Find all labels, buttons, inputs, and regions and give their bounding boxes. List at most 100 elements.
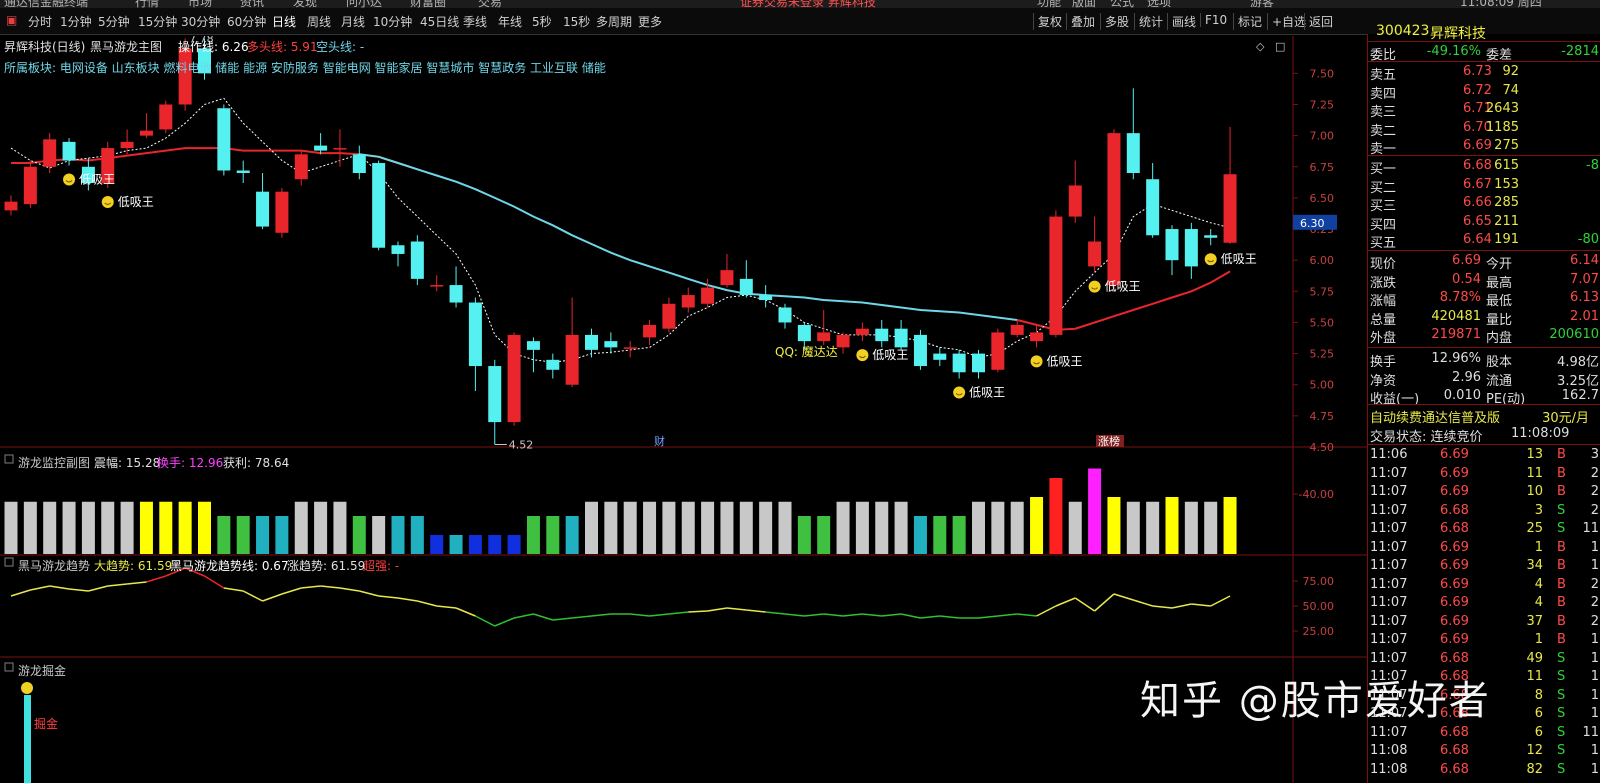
- period-tab-14[interactable]: 15秒: [563, 13, 590, 30]
- period-tab-5[interactable]: 60分钟: [227, 13, 266, 30]
- period-tab-3[interactable]: 15分钟: [138, 13, 177, 30]
- app-title: 通达信金融终端: [4, 0, 89, 8]
- sub1-zf: 震幅: 15.28: [94, 456, 161, 470]
- trend-segment: [88, 585, 108, 592]
- tool-button-0[interactable]: 复权: [1033, 13, 1062, 30]
- price-axis-label: 5.75: [1310, 285, 1335, 298]
- period-tab-10[interactable]: 45日线: [420, 13, 459, 30]
- tool-button-7[interactable]: +自选: [1267, 13, 1306, 30]
- trend-segment: [262, 593, 283, 602]
- trend-segment: [204, 575, 225, 589]
- trend-segment: [688, 610, 708, 613]
- user-label[interactable]: 游客: [1250, 0, 1274, 8]
- trend-segment: [649, 613, 669, 617]
- menu-item-xuanxiang[interactable]: 选项: [1147, 0, 1171, 8]
- tool-button-3[interactable]: 统计: [1134, 13, 1163, 30]
- tool-button-1[interactable]: 叠加: [1066, 13, 1095, 30]
- period-tab-13[interactable]: 5秒: [532, 13, 552, 30]
- period-tab-11[interactable]: 季线: [463, 13, 487, 30]
- period-tab-15[interactable]: 多周期: [596, 13, 632, 30]
- tool-button-6[interactable]: 标记: [1233, 13, 1262, 30]
- period-tab-16[interactable]: 更多: [638, 13, 662, 30]
- sub2-line: 黑马游龙趋势线: 0.67: [170, 559, 289, 573]
- candle-body: [1030, 332, 1044, 342]
- tick-count: 2: [1590, 465, 1599, 481]
- menu-item-faxian[interactable]: 发现: [293, 0, 317, 8]
- sector-list: 所属板块: 电网设备 山东板块 燃料电池 储能 能源 安防服务 智能电网 智能家…: [4, 61, 606, 75]
- sub2-axis-label: 25.00: [1303, 625, 1335, 638]
- stat-label-b: 股本: [1486, 355, 1513, 370]
- hist-bar: [507, 535, 521, 554]
- candle-body: [855, 328, 869, 335]
- refresh-icon[interactable]: ▣: [6, 13, 17, 27]
- menu-item-gongshi[interactable]: 公式: [1110, 0, 1134, 8]
- menu-item-wenxiaoda[interactable]: 问小达: [346, 0, 382, 8]
- bid-volume: 191: [1494, 232, 1519, 247]
- trend-segment: [1094, 593, 1115, 612]
- stat-row: 总量 420481 量比 2.01: [1368, 308, 1600, 328]
- period-tab-4[interactable]: 30分钟: [181, 13, 220, 30]
- tick-side: S: [1557, 521, 1566, 536]
- stat-label-b: 流通: [1486, 373, 1513, 389]
- main-indicator-name[interactable]: 黑马游龙主图: [90, 38, 162, 55]
- candle-body: [449, 285, 463, 303]
- signal-label: 低吸王: [1047, 354, 1083, 368]
- tick-volume: 34: [1526, 558, 1543, 573]
- period-tab-7[interactable]: 周线: [307, 13, 331, 30]
- trend-segment: [49, 585, 70, 590]
- menu-item-shichang[interactable]: 市场: [188, 0, 212, 8]
- tool-button-5[interactable]: F10: [1200, 13, 1227, 27]
- smiley-icon: [63, 173, 76, 186]
- candle-body: [333, 148, 347, 150]
- promo-row[interactable]: 自动续费通达信普及版 30元/月: [1368, 406, 1600, 426]
- login-notice: 证券交易未登录 昇辉科技: [740, 0, 876, 8]
- candle-body: [1126, 133, 1140, 173]
- menu-item-jiaoyi[interactable]: 交易: [478, 0, 502, 8]
- menu-item-banmian[interactable]: 版面: [1072, 0, 1096, 8]
- long-line-label: 多头线: 5.91: [247, 40, 318, 54]
- ask-price: 6.72: [1463, 82, 1492, 98]
- tool-button-8[interactable]: 返回: [1304, 13, 1333, 30]
- sub2-name[interactable]: 黑马游龙趋势: [18, 557, 90, 574]
- price-axis-label: 7.50: [1310, 67, 1335, 80]
- trend-segment: [939, 615, 960, 619]
- menu-item-zixun[interactable]: 资讯: [240, 0, 264, 8]
- ask-label: 卖四: [1370, 86, 1397, 102]
- hist-bar: [256, 516, 270, 554]
- candle-body: [488, 366, 502, 423]
- period-tab-1[interactable]: 1分钟: [60, 13, 92, 30]
- period-tab-2[interactable]: 5分钟: [98, 13, 130, 30]
- trend-segment: [842, 613, 863, 617]
- period-tab-0[interactable]: 分时: [28, 13, 52, 30]
- tool-button-4[interactable]: 画线: [1167, 13, 1196, 30]
- candle-body: [526, 341, 540, 350]
- menu-item-caifuquan[interactable]: 财富圈: [410, 0, 446, 8]
- period-tab-12[interactable]: 年线: [498, 13, 522, 30]
- tick-time: 11:07: [1370, 521, 1408, 536]
- candle-body: [1088, 241, 1102, 267]
- trend-segment: [1036, 605, 1057, 617]
- smiley-icon: [1088, 280, 1101, 293]
- candle-body: [1049, 216, 1063, 335]
- hist-bar: [1088, 468, 1102, 554]
- trend-segment: [726, 607, 747, 611]
- hist-bar: [236, 516, 250, 554]
- tick-price: 6.69: [1440, 595, 1469, 610]
- tick-price: 6.69: [1440, 447, 1469, 462]
- period-tab-6[interactable]: 日线: [272, 13, 296, 30]
- menu-item-hangqing[interactable]: 行情: [135, 0, 159, 8]
- sub1-name[interactable]: 游龙监控副图: [18, 454, 90, 471]
- menu-item-gongneng[interactable]: 功能: [1037, 0, 1061, 8]
- bid-price: 6.68: [1463, 158, 1492, 173]
- period-tab-9[interactable]: 10分钟: [373, 13, 412, 30]
- tick-side: B: [1557, 576, 1566, 592]
- trend-segment: [494, 617, 515, 627]
- tool-button-2[interactable]: 多股: [1100, 13, 1129, 30]
- sub3-name[interactable]: 游龙掘金: [18, 662, 66, 679]
- hist-bar: [797, 516, 811, 554]
- hist-bar: [43, 501, 57, 554]
- hist-bar: [1165, 497, 1179, 554]
- bid-volume: 153: [1494, 176, 1519, 192]
- period-tab-8[interactable]: 月线: [341, 13, 365, 30]
- tick-count: 1: [1590, 632, 1599, 647]
